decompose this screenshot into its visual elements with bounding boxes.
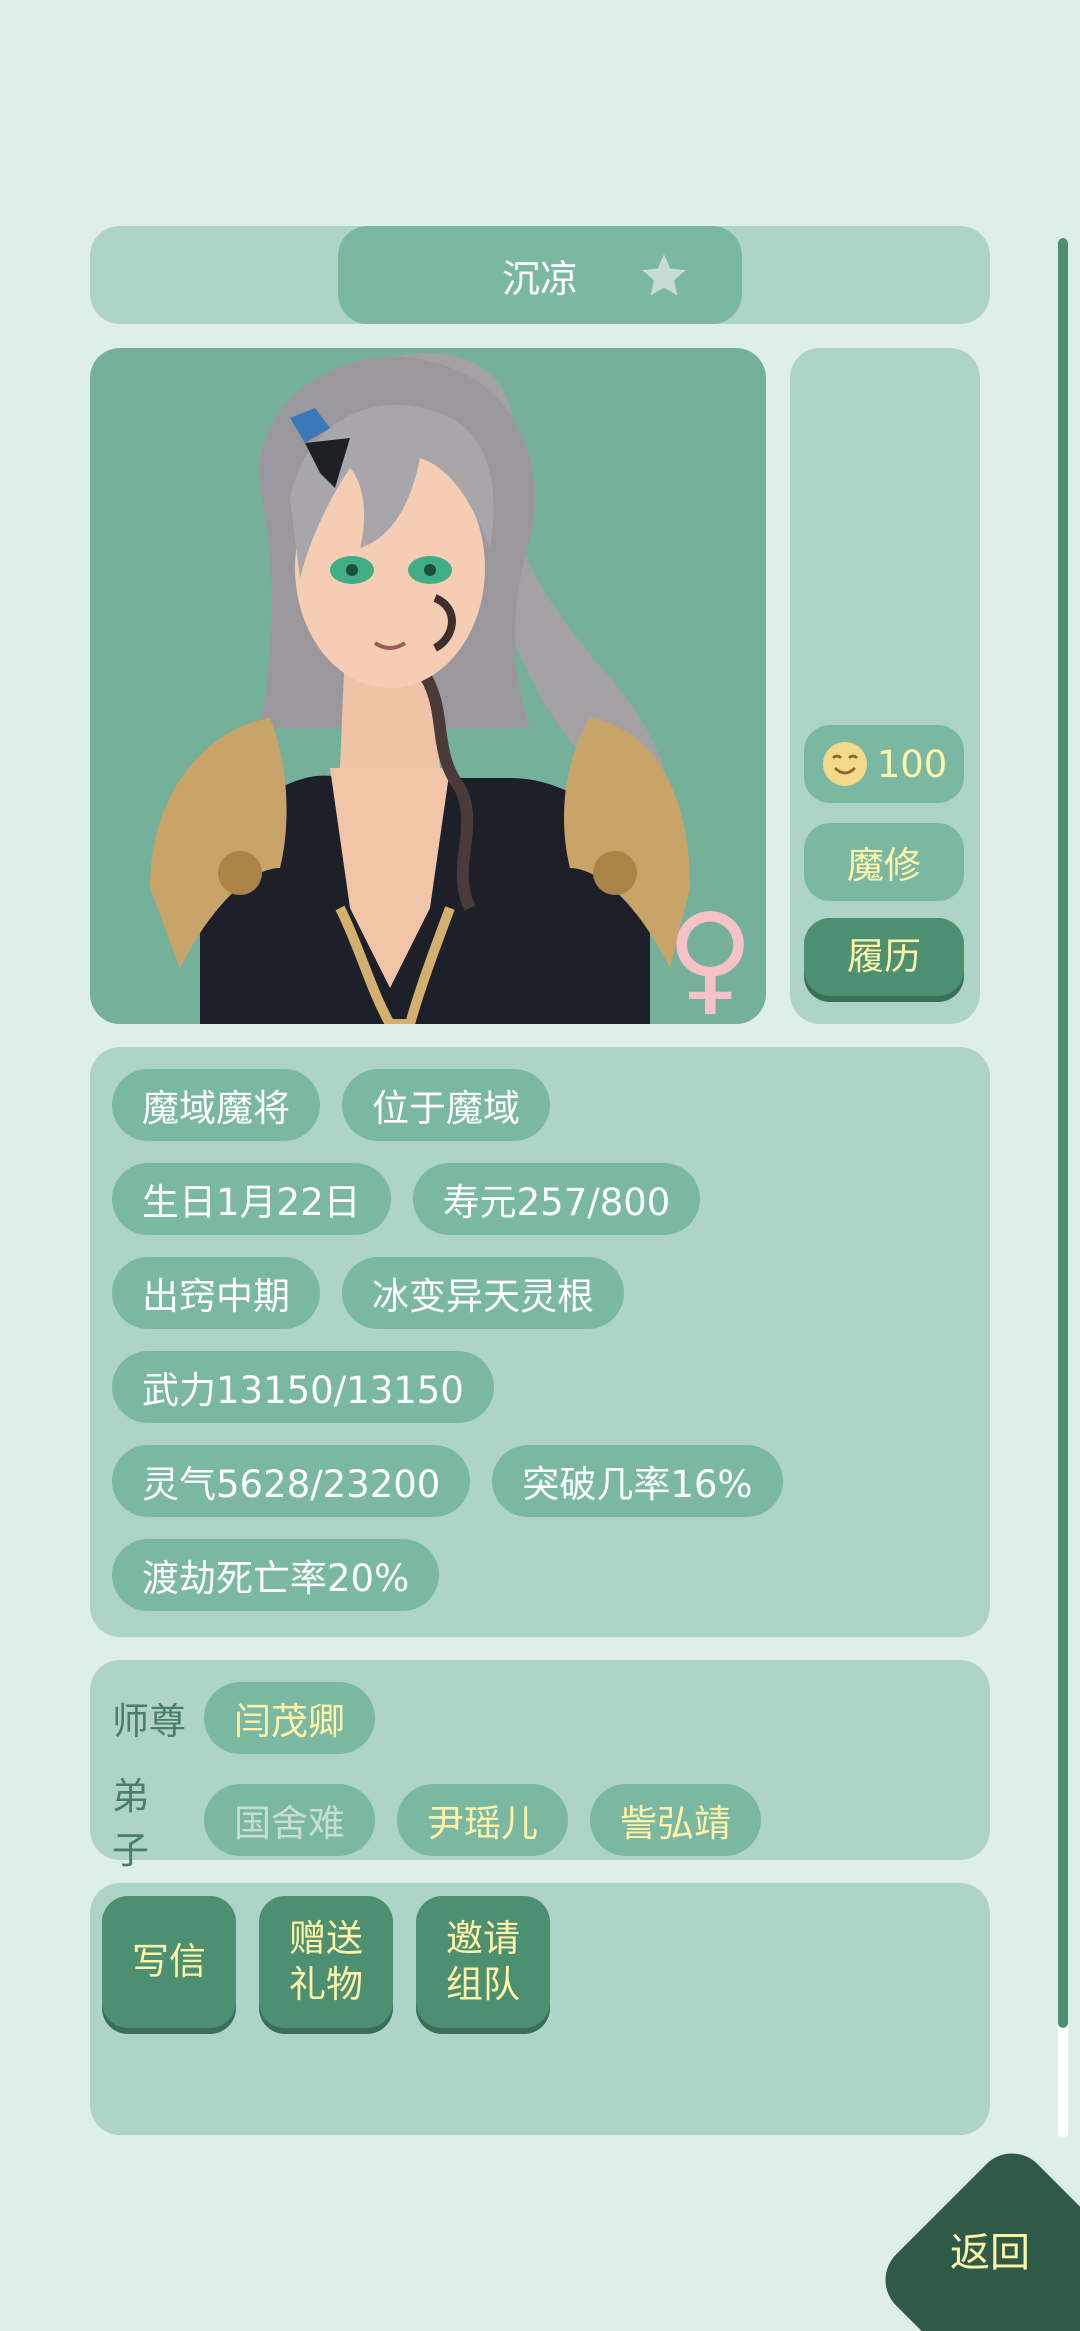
disciple-row: 弟子 国舍难 尹瑶儿 訾弘靖: [112, 1766, 761, 1874]
disciple-name[interactable]: 国舍难: [204, 1784, 375, 1856]
invite-team-button[interactable]: 邀请 组队: [416, 1896, 550, 2028]
disciple-label: 弟子: [112, 1775, 149, 1872]
character-portrait: [150, 352, 690, 1024]
portrait-panel: ♀: [90, 348, 766, 1024]
mood-badge: 100: [804, 725, 964, 803]
sect-type-label: 魔修: [847, 844, 921, 887]
gender-icon: ♀: [666, 889, 754, 1024]
resume-label: 履历: [847, 935, 921, 978]
invite-team-label: 邀请 组队: [446, 1917, 520, 2006]
back-button[interactable]: 返回: [880, 2140, 1080, 2331]
tag-realm: 出窍中期: [112, 1257, 320, 1329]
tag-tribulation-death-rate: 渡劫死亡率20%: [112, 1539, 440, 1611]
tag-spirit-energy: 灵气5628/23200: [112, 1445, 471, 1517]
mood-value: 100: [876, 742, 948, 786]
smile-face-icon: [821, 740, 869, 788]
disciple-name[interactable]: 尹瑶儿: [397, 1784, 568, 1856]
tag-birthday: 生日1月22日: [112, 1163, 391, 1235]
tag-breakthrough-rate: 突破几率16%: [492, 1445, 783, 1517]
gift-label: 赠送 礼物: [289, 1917, 363, 2006]
back-label: 返回: [950, 2230, 1030, 2276]
tag-power: 武力13150/13150: [112, 1351, 494, 1423]
master-row: 师尊 闫茂卿: [112, 1682, 375, 1754]
write-letter-label: 写信: [132, 1940, 206, 1983]
tag-lifespan: 寿元257/800: [412, 1163, 701, 1235]
disciple-name[interactable]: 訾弘靖: [590, 1784, 761, 1856]
sect-type-badge: 魔修: [804, 823, 964, 901]
tag-title: 魔域魔将: [112, 1069, 320, 1141]
resume-button[interactable]: 履历: [804, 918, 964, 996]
scrollbar-track[interactable]: [1058, 238, 1068, 2138]
star-icon[interactable]: [638, 250, 690, 302]
tag-spirit-root: 冰变异天灵根: [342, 1257, 624, 1329]
master-label: 师尊: [112, 1700, 186, 1743]
scrollbar-thumb[interactable]: [1058, 238, 1068, 2028]
write-letter-button[interactable]: 写信: [102, 1896, 236, 2028]
info-tags: 魔域魔将 位于魔域 生日1月22日 寿元257/800 出窍中期 冰变异天灵根 …: [112, 1069, 972, 1611]
name-plate: 沉凉: [338, 226, 742, 324]
tag-location: 位于魔域: [342, 1069, 550, 1141]
master-name[interactable]: 闫茂卿: [204, 1682, 375, 1754]
gift-button[interactable]: 赠送 礼物: [259, 1896, 393, 2028]
